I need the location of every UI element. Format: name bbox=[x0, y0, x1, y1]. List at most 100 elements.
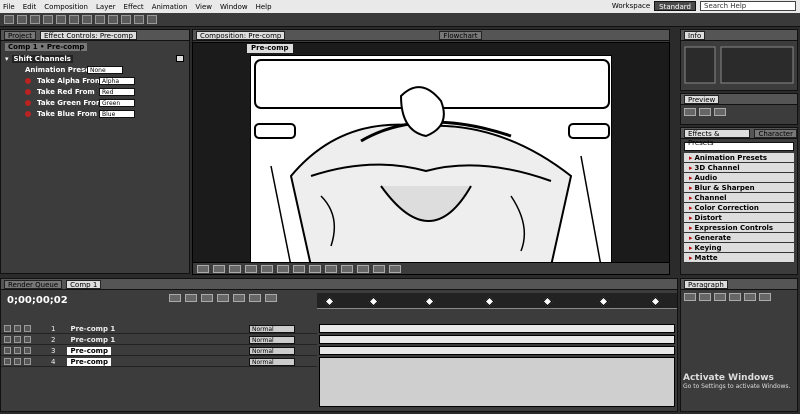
comp-subtab[interactable]: Pre-comp bbox=[247, 44, 293, 53]
justify-center-icon[interactable] bbox=[744, 293, 756, 301]
menu-effect[interactable]: Effect bbox=[124, 3, 144, 11]
eraser-tool-icon[interactable] bbox=[134, 15, 144, 24]
menu-layer[interactable]: Layer bbox=[96, 3, 116, 11]
take-alpha-dropdown[interactable]: Alpha bbox=[99, 76, 135, 85]
visibility-toggle-icon[interactable] bbox=[4, 347, 11, 354]
audio-toggle-icon[interactable] bbox=[14, 347, 21, 354]
tab-info[interactable]: Info bbox=[684, 30, 706, 40]
list-item[interactable]: ▸ Expression Controls bbox=[684, 223, 794, 233]
tab-effects-presets[interactable]: Effects & Presets bbox=[684, 128, 751, 147]
animation-presets-dropdown[interactable]: None bbox=[87, 65, 123, 74]
last-frame-icon[interactable] bbox=[714, 108, 726, 116]
search-layers-icon[interactable] bbox=[169, 294, 181, 302]
workspace-dropdown[interactable]: Standard bbox=[654, 1, 696, 11]
draft-3d-icon[interactable] bbox=[201, 294, 213, 302]
table-row[interactable]: 2 Pre-comp 1 Normal bbox=[1, 335, 317, 345]
first-frame-icon[interactable] bbox=[684, 108, 696, 116]
tab-comp-1[interactable]: Comp 1 bbox=[66, 279, 102, 289]
graph-editor-icon[interactable] bbox=[265, 294, 277, 302]
timecode-display[interactable]: 0;00;00;02 bbox=[7, 295, 68, 306]
clone-tool-icon[interactable] bbox=[121, 15, 131, 24]
play-icon[interactable] bbox=[699, 108, 711, 116]
effect-name[interactable]: ▾ Shift Channels bbox=[5, 54, 184, 63]
puppet-tool-icon[interactable] bbox=[147, 15, 157, 24]
search-help-input[interactable]: Search Help bbox=[700, 1, 796, 11]
layer-duration-bar[interactable] bbox=[319, 357, 675, 407]
blend-mode-dropdown[interactable]: Normal bbox=[249, 357, 295, 366]
take-green-dropdown[interactable]: Green bbox=[99, 98, 135, 107]
stopwatch-icon[interactable] bbox=[25, 77, 31, 84]
3d-view-dropdown[interactable] bbox=[325, 264, 337, 273]
solo-toggle-icon[interactable] bbox=[24, 358, 31, 365]
align-right-icon[interactable] bbox=[714, 293, 726, 301]
views-dropdown[interactable] bbox=[341, 264, 353, 273]
list-item[interactable]: ▸ Distort bbox=[684, 213, 794, 223]
hand-tool-icon[interactable] bbox=[17, 15, 27, 24]
exposure-icon[interactable] bbox=[389, 264, 401, 273]
resolution-dropdown[interactable] bbox=[277, 264, 289, 273]
comp-flowchart-icon[interactable] bbox=[185, 294, 197, 302]
menu-window[interactable]: Window bbox=[220, 3, 248, 11]
blend-mode-dropdown[interactable]: Normal bbox=[249, 324, 295, 333]
table-row[interactable]: 1 Pre-comp 1 Normal bbox=[1, 324, 317, 334]
menu-edit[interactable]: Edit bbox=[23, 3, 37, 11]
solo-toggle-icon[interactable] bbox=[24, 336, 31, 343]
stopwatch-icon[interactable] bbox=[25, 99, 31, 106]
visibility-toggle-icon[interactable] bbox=[4, 336, 11, 343]
brush-tool-icon[interactable] bbox=[108, 15, 118, 24]
selection-tool-icon[interactable] bbox=[4, 15, 14, 24]
tab-effect-controls[interactable]: Effect Controls: Pre-comp bbox=[39, 30, 137, 40]
list-item[interactable]: ▸ 3D Channel bbox=[684, 163, 794, 173]
list-item[interactable]: ▸ Audio bbox=[684, 173, 794, 183]
list-item[interactable]: ▸ Animation Presets bbox=[684, 153, 794, 163]
pen-tool-icon[interactable] bbox=[82, 15, 92, 24]
show-channel-icon[interactable] bbox=[261, 264, 273, 273]
visibility-toggle-icon[interactable] bbox=[4, 358, 11, 365]
timeline-toggle-icon[interactable] bbox=[373, 264, 385, 273]
safe-zones-icon[interactable] bbox=[213, 264, 225, 273]
table-row[interactable]: 4 Pre-comp Normal bbox=[1, 357, 317, 367]
list-item[interactable]: ▸ Matte bbox=[684, 253, 794, 263]
menu-animation[interactable]: Animation bbox=[152, 3, 188, 11]
text-tool-icon[interactable] bbox=[95, 15, 105, 24]
tab-project[interactable]: Project bbox=[4, 30, 36, 40]
justify-all-icon[interactable] bbox=[759, 293, 771, 301]
stopwatch-icon[interactable] bbox=[25, 88, 31, 95]
layer-duration-bar[interactable] bbox=[319, 335, 675, 344]
frame-blending-icon[interactable] bbox=[233, 294, 245, 302]
layer-name[interactable]: Pre-comp 1 bbox=[67, 325, 118, 333]
expand-triangle-icon[interactable]: ▾ bbox=[5, 55, 9, 63]
audio-toggle-icon[interactable] bbox=[14, 325, 21, 332]
list-item[interactable]: ▸ Color Correction bbox=[684, 203, 794, 213]
visibility-toggle-icon[interactable] bbox=[4, 325, 11, 332]
tab-composition[interactable]: Composition: Pre-comp bbox=[196, 30, 286, 40]
solo-toggle-icon[interactable] bbox=[24, 347, 31, 354]
audio-toggle-icon[interactable] bbox=[14, 336, 21, 343]
stopwatch-icon[interactable] bbox=[25, 110, 31, 117]
tab-paragraph[interactable]: Paragraph bbox=[684, 279, 728, 289]
list-item[interactable]: ▸ Generate bbox=[684, 233, 794, 243]
menu-composition[interactable]: Composition bbox=[44, 3, 88, 11]
menu-view[interactable]: View bbox=[195, 3, 212, 11]
region-of-interest-icon[interactable] bbox=[293, 264, 305, 273]
magnification-dropdown[interactable] bbox=[197, 264, 209, 273]
rotate-tool-icon[interactable] bbox=[43, 15, 53, 24]
tab-render-queue[interactable]: Render Queue bbox=[4, 279, 63, 289]
solo-toggle-icon[interactable] bbox=[24, 325, 31, 332]
list-item[interactable]: ▸ Channel bbox=[684, 193, 794, 203]
take-red-dropdown[interactable]: Red bbox=[99, 87, 135, 96]
reset-link[interactable] bbox=[175, 55, 184, 62]
justify-left-icon[interactable] bbox=[729, 293, 741, 301]
table-row[interactable]: 3 Pre-comp Normal bbox=[1, 346, 317, 356]
take-blue-dropdown[interactable]: Blue bbox=[99, 109, 135, 118]
tab-flowchart[interactable]: Flowchart bbox=[439, 30, 482, 40]
pan-behind-tool-icon[interactable] bbox=[69, 15, 79, 24]
align-left-icon[interactable] bbox=[684, 293, 696, 301]
tab-character[interactable]: Character bbox=[754, 128, 797, 138]
transparency-grid-icon[interactable] bbox=[309, 264, 321, 273]
layer-duration-bar[interactable] bbox=[319, 346, 675, 355]
align-center-icon[interactable] bbox=[699, 293, 711, 301]
blend-mode-dropdown[interactable]: Normal bbox=[249, 346, 295, 355]
menu-help[interactable]: Help bbox=[256, 3, 272, 11]
shy-layers-icon[interactable] bbox=[217, 294, 229, 302]
